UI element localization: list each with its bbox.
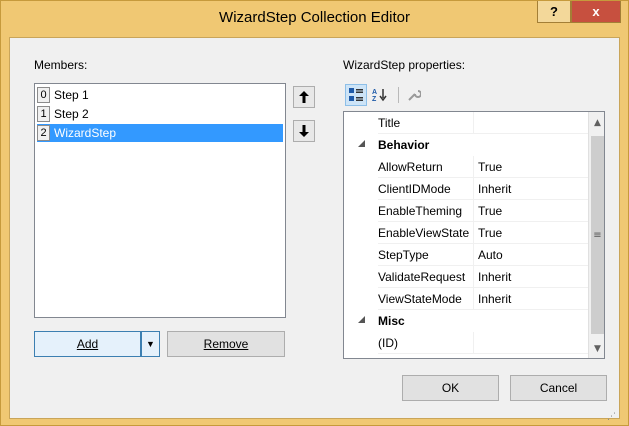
- category-name: Behavior: [378, 138, 430, 152]
- grid-category-behavior[interactable]: Behavior: [344, 134, 588, 156]
- properties-label-text: WizardStep properties:: [343, 58, 466, 72]
- member-index: 2: [37, 125, 50, 141]
- grid-row-clientidmode[interactable]: ClientIDMode Inherit: [344, 178, 588, 200]
- grid-row-enabletheming[interactable]: EnableTheming True: [344, 200, 588, 222]
- move-down-button[interactable]: [293, 120, 315, 142]
- sort-alpha-icon: A Z: [372, 89, 387, 102]
- member-index: 0: [37, 87, 50, 103]
- collapse-icon[interactable]: [358, 316, 365, 323]
- ok-button-label: OK: [441, 381, 460, 395]
- property-name: ViewStateMode: [378, 288, 474, 310]
- property-name: Title: [378, 112, 474, 134]
- vertical-scrollbar[interactable]: ▲ ≡ ▼: [588, 112, 604, 358]
- members-list[interactable]: 0 Step 1 1 Step 2 2 WizardStep: [34, 83, 286, 318]
- property-value[interactable]: True: [474, 156, 588, 178]
- property-value[interactable]: [474, 332, 588, 354]
- property-value[interactable]: Inherit: [474, 178, 588, 200]
- svg-text:A: A: [372, 89, 377, 96]
- property-name: AllowReturn: [378, 156, 474, 178]
- ok-button[interactable]: OK: [402, 375, 499, 401]
- properties-label: WizardStep properties:: [343, 58, 465, 72]
- chevron-down-icon: ▼: [146, 339, 155, 349]
- grid-row-enableviewstate[interactable]: EnableViewState True: [344, 222, 588, 244]
- remove-button[interactable]: Remove: [167, 331, 285, 357]
- scroll-thumb[interactable]: ≡: [591, 136, 604, 334]
- grid-row-steptype[interactable]: StepType Auto: [344, 244, 588, 266]
- property-pages-button[interactable]: [403, 84, 425, 106]
- members-label-text: Members:: [34, 58, 88, 72]
- member-text: Step 2: [54, 107, 89, 121]
- member-index: 1: [37, 106, 50, 122]
- members-label: Members:: [34, 58, 87, 72]
- property-value[interactable]: [474, 112, 588, 134]
- arrow-down-icon: [299, 125, 309, 137]
- property-value[interactable]: True: [474, 200, 588, 222]
- grip-icon: ≡: [593, 229, 602, 241]
- cancel-button-label: Cancel: [539, 381, 578, 395]
- alphabetical-view-button[interactable]: A Z: [369, 84, 391, 106]
- grid-category-misc[interactable]: Misc: [344, 310, 588, 332]
- dialog-window: WizardStep Collection Editor ? x Members…: [0, 0, 629, 426]
- member-text: WizardStep: [54, 126, 117, 140]
- grid-row-allowreturn[interactable]: AllowReturn True: [344, 156, 588, 178]
- property-name: EnableTheming: [378, 200, 474, 222]
- grid-row-viewstatemode[interactable]: ViewStateMode Inherit: [344, 288, 588, 310]
- toolbar-separator: [398, 87, 399, 103]
- property-name: EnableViewState: [378, 222, 474, 244]
- property-value[interactable]: Inherit: [474, 288, 588, 310]
- scroll-up-icon[interactable]: ▲: [589, 114, 604, 131]
- list-item-0[interactable]: 0 Step 1: [37, 86, 283, 104]
- property-name: StepType: [378, 244, 474, 266]
- add-button[interactable]: Add: [34, 331, 141, 357]
- help-button[interactable]: ?: [537, 1, 571, 23]
- scroll-down-icon[interactable]: ▼: [589, 340, 604, 357]
- property-value[interactable]: Auto: [474, 244, 588, 266]
- property-grid-toolbar: A Z: [343, 84, 605, 108]
- remove-button-label: Remove: [203, 337, 249, 351]
- wrench-icon: [408, 90, 421, 101]
- list-item-1[interactable]: 1 Step 2: [37, 105, 283, 123]
- category-name: Misc: [378, 314, 405, 328]
- cancel-button[interactable]: Cancel: [510, 375, 607, 401]
- svg-text:Z: Z: [372, 96, 377, 102]
- dialog-client-area: Members: 0 Step 1 1 Step 2 2 WizardStep: [9, 37, 620, 419]
- member-text: Step 1: [54, 88, 89, 102]
- property-name: ValidateRequest: [378, 266, 474, 288]
- property-name: ClientIDMode: [378, 178, 474, 200]
- close-button[interactable]: x: [571, 1, 621, 23]
- window-title: WizardStep Collection Editor: [219, 9, 410, 26]
- property-value[interactable]: True: [474, 222, 588, 244]
- property-name: (ID): [378, 332, 474, 354]
- grid-row-title[interactable]: Title: [344, 112, 588, 134]
- add-button-label: Add: [76, 337, 99, 351]
- collapse-icon[interactable]: [358, 140, 365, 147]
- resize-grip-icon[interactable]: ⋰: [607, 412, 616, 422]
- add-dropdown-button[interactable]: ▼: [141, 331, 160, 357]
- grid-row-id[interactable]: (ID): [344, 332, 588, 354]
- list-item-2[interactable]: 2 WizardStep: [37, 124, 283, 142]
- arrow-up-icon: [299, 91, 309, 103]
- categorized-view-button[interactable]: [345, 84, 367, 106]
- move-up-button[interactable]: [293, 86, 315, 108]
- categorized-icon: [349, 88, 363, 101]
- grid-row-validaterequest[interactable]: ValidateRequest Inherit: [344, 266, 588, 288]
- title-bar[interactable]: WizardStep Collection Editor ? x: [1, 1, 628, 37]
- property-grid[interactable]: Title Behavior AllowReturn True ClientID…: [343, 111, 605, 359]
- property-value[interactable]: Inherit: [474, 266, 588, 288]
